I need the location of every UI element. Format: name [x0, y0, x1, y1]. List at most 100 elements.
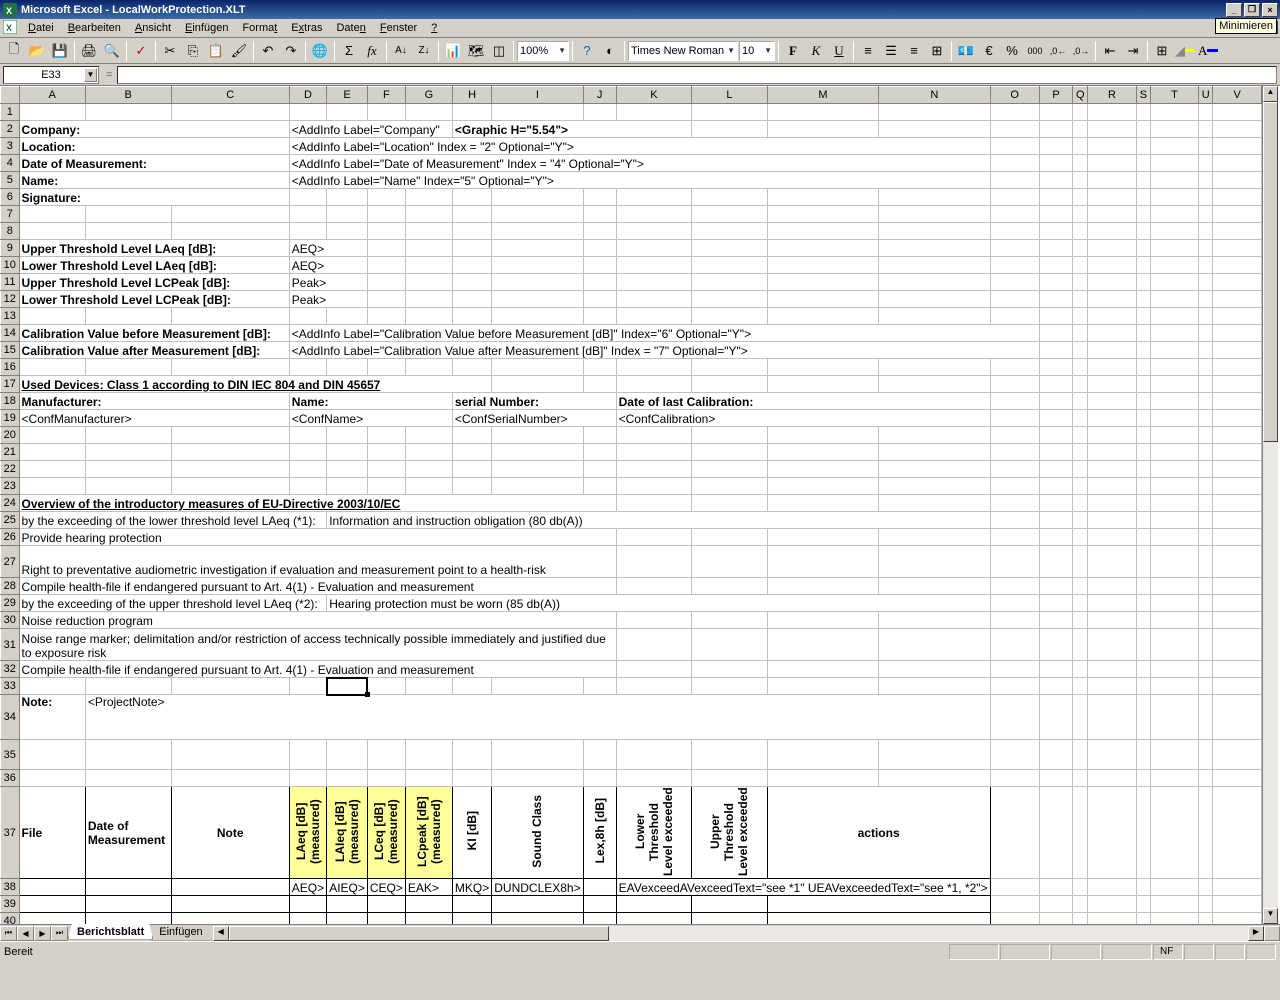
cell-S35[interactable]: [1136, 740, 1150, 770]
cell-B1[interactable]: [85, 104, 171, 121]
cell-V39[interactable]: [1213, 896, 1262, 913]
cell-Q8[interactable]: [1073, 223, 1088, 240]
cell-R39[interactable]: [1088, 896, 1137, 913]
cell-B30[interactable]: [692, 612, 768, 629]
cell-T18[interactable]: [1150, 393, 1198, 410]
cell-S19[interactable]: [1136, 410, 1150, 427]
cell-Q35[interactable]: [1073, 740, 1088, 770]
cell-G37[interactable]: LCpeak [dB] (measured): [405, 787, 452, 879]
cell-R13[interactable]: [1088, 308, 1137, 325]
cell-T17[interactable]: [1150, 376, 1198, 393]
cell-R31[interactable]: [1088, 629, 1137, 661]
cell-H1[interactable]: [452, 104, 491, 121]
cell-I16[interactable]: [492, 359, 583, 376]
cut-button[interactable]: ✂: [159, 40, 181, 62]
cell-P4[interactable]: [1039, 155, 1073, 172]
cell-A2[interactable]: Company:: [19, 121, 289, 138]
cell-S23[interactable]: [1136, 478, 1150, 495]
cell-O27[interactable]: [990, 546, 1039, 578]
cell-M1[interactable]: [767, 104, 878, 121]
cell-O32[interactable]: [990, 661, 1039, 678]
cell-S22[interactable]: [1136, 461, 1150, 478]
cell-H10[interactable]: [452, 257, 491, 274]
cell-U23[interactable]: [1199, 478, 1213, 495]
cell-A39[interactable]: [19, 896, 85, 913]
cell-A3[interactable]: Location:: [19, 138, 289, 155]
cell-O25[interactable]: [990, 512, 1039, 529]
row-header-35[interactable]: 35: [1, 740, 20, 770]
cell-I39[interactable]: [492, 896, 583, 913]
cell-M36[interactable]: [767, 770, 878, 787]
row-header-37[interactable]: 37: [1, 787, 20, 879]
cell-N13[interactable]: [879, 308, 990, 325]
cell-J38[interactable]: [583, 879, 616, 896]
cell-G20[interactable]: [405, 427, 452, 444]
col-header-J[interactable]: J: [583, 87, 616, 104]
cell-A14[interactable]: Calibration Value before Measurement [dB…: [19, 325, 289, 342]
col-header-U[interactable]: U: [1199, 87, 1213, 104]
cell-V5[interactable]: [1213, 172, 1262, 189]
cell-C39[interactable]: [171, 896, 289, 913]
row-header-23[interactable]: 23: [1, 478, 20, 495]
cell-H22[interactable]: [452, 461, 491, 478]
col-header-C[interactable]: C: [171, 87, 289, 104]
cell-Q31[interactable]: [1073, 629, 1088, 661]
cell-R9[interactable]: [1088, 240, 1137, 257]
cell-L8[interactable]: [692, 223, 768, 240]
cell-T37[interactable]: [1150, 787, 1198, 879]
cell-O31[interactable]: [990, 629, 1039, 661]
cell-C23[interactable]: [171, 478, 289, 495]
cell-D12[interactable]: Peak>: [289, 291, 367, 308]
cell-I21[interactable]: [492, 444, 583, 461]
cell-H2[interactable]: <Graphic H="5.54">: [452, 121, 691, 138]
cell-J36[interactable]: [583, 770, 616, 787]
cell-L23[interactable]: [692, 478, 768, 495]
cell-I20[interactable]: [492, 427, 583, 444]
cell-B13[interactable]: [85, 308, 171, 325]
cell-A20[interactable]: [19, 427, 85, 444]
cell-B34[interactable]: <ProjectNote>: [85, 695, 990, 740]
cell-E38[interactable]: AIEQ>: [327, 879, 368, 896]
scroll-left-button[interactable]: ◀: [213, 926, 229, 941]
cell-B21[interactable]: [85, 444, 171, 461]
col-header-D[interactable]: D: [289, 87, 326, 104]
cell-D27[interactable]: [879, 546, 990, 578]
cell-O17[interactable]: [990, 376, 1039, 393]
cell-S13[interactable]: [1136, 308, 1150, 325]
cell-V21[interactable]: [1213, 444, 1262, 461]
cell-U38[interactable]: [1199, 879, 1213, 896]
cell-P3[interactable]: [1039, 138, 1073, 155]
cell-Q27[interactable]: [1073, 546, 1088, 578]
cell-S34[interactable]: [1136, 695, 1150, 740]
cell-I36[interactable]: [492, 770, 583, 787]
cell-Q10[interactable]: [1073, 257, 1088, 274]
cell-U21[interactable]: [1199, 444, 1213, 461]
cell-G12[interactable]: [405, 291, 452, 308]
cell-R36[interactable]: [1088, 770, 1137, 787]
cell-G21[interactable]: [405, 444, 452, 461]
dec-indent-button[interactable]: ⇤: [1099, 40, 1121, 62]
cell-V27[interactable]: [1213, 546, 1262, 578]
fill-color-button[interactable]: ◢: [1174, 40, 1196, 62]
cell-G9[interactable]: [405, 240, 452, 257]
cell-L24[interactable]: [692, 495, 768, 512]
cell-H37[interactable]: KI [dB]: [452, 787, 491, 879]
cell-P38[interactable]: [1039, 879, 1073, 896]
cell-B37[interactable]: Date of Measurement: [85, 787, 171, 879]
cell-E40[interactable]: [327, 913, 368, 925]
help-button[interactable]: ?: [576, 40, 598, 62]
cell-P32[interactable]: [1039, 661, 1073, 678]
cell-H9[interactable]: [452, 240, 491, 257]
vertical-scrollbar[interactable]: ▲ ▼: [1262, 86, 1278, 924]
cell-C28[interactable]: [767, 578, 878, 595]
cell-D23[interactable]: [289, 478, 326, 495]
cell-T11[interactable]: [1150, 274, 1198, 291]
cell-E35[interactable]: [327, 740, 368, 770]
cell-D11[interactable]: Peak>: [289, 274, 367, 291]
cell-I38[interactable]: DUNDCLEX8h>: [492, 879, 583, 896]
cell-E20[interactable]: [327, 427, 368, 444]
cell-N23[interactable]: [879, 478, 990, 495]
cell-Q19[interactable]: [1073, 410, 1088, 427]
cell-P19[interactable]: [1039, 410, 1073, 427]
cell-S36[interactable]: [1136, 770, 1150, 787]
